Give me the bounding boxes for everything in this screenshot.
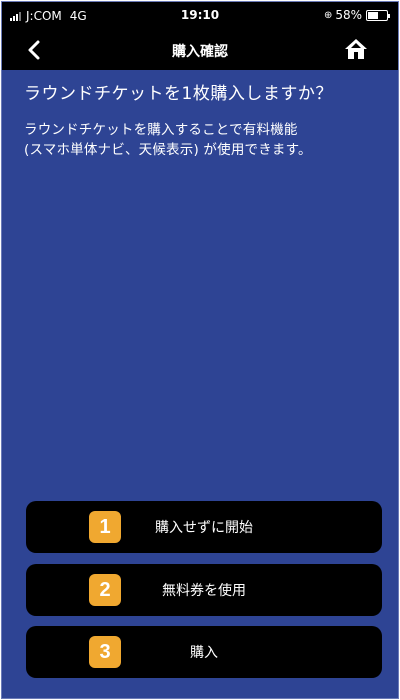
description-line-2: (スマホ単体ナビ、天候表示) が使用できます。 [24, 142, 312, 158]
phone-screen: J:COM 4G 19:10 ⊕ 58% 購入確認 ラウンドチケットを1枚購入し… [1, 1, 399, 699]
page-title: 購入確認 [172, 44, 228, 60]
rotation-lock-icon: ⊕ [323, 9, 333, 21]
home-icon[interactable] [344, 37, 368, 61]
confirm-question: ラウンドチケットを1枚購入しますか？ [24, 84, 333, 104]
status-right: ⊕ 58% [323, 8, 390, 22]
battery-fill [368, 11, 378, 19]
start-without-purchase-button[interactable]: 1 購入せずに開始 [26, 501, 382, 553]
main-content: ラウンドチケットを1枚購入しますか？ ラウンドチケットを購入することで有料機能 … [24, 82, 380, 160]
nav-bar: 購入確認 [2, 30, 398, 70]
use-free-ticket-button[interactable]: 2 無料券を使用 [26, 564, 382, 616]
button-label: 購入せずに開始 [155, 520, 253, 536]
button-label: 無料券を使用 [162, 583, 246, 599]
description: ラウンドチケットを購入することで有料機能 (スマホ単体ナビ、天候表示) が使用で… [24, 120, 380, 160]
battery-percent: 58% [335, 8, 362, 22]
button-label: 購入 [190, 645, 218, 661]
battery-icon [366, 9, 390, 21]
status-bar: J:COM 4G 19:10 ⊕ 58% [2, 2, 398, 30]
description-line-1: ラウンドチケットを購入することで有料機能 [24, 122, 298, 138]
purchase-button[interactable]: 3 購入 [26, 626, 382, 678]
